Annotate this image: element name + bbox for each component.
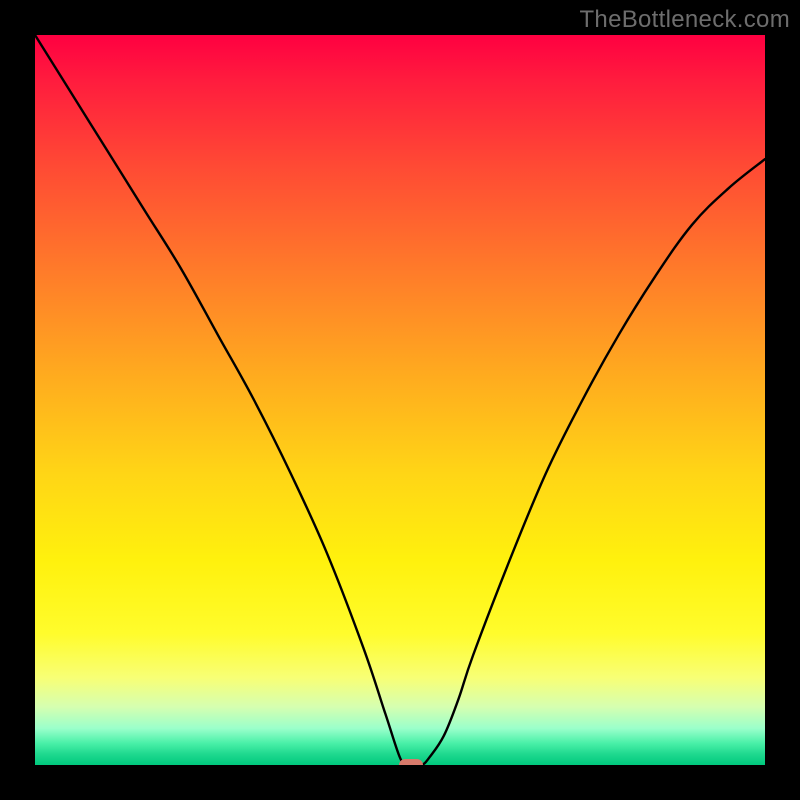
plot-area: [35, 35, 765, 765]
watermark-text: TheBottleneck.com: [579, 6, 790, 34]
bottleneck-curve: [35, 35, 765, 765]
chart-frame: TheBottleneck.com: [0, 0, 800, 800]
optimum-marker: [399, 759, 423, 765]
